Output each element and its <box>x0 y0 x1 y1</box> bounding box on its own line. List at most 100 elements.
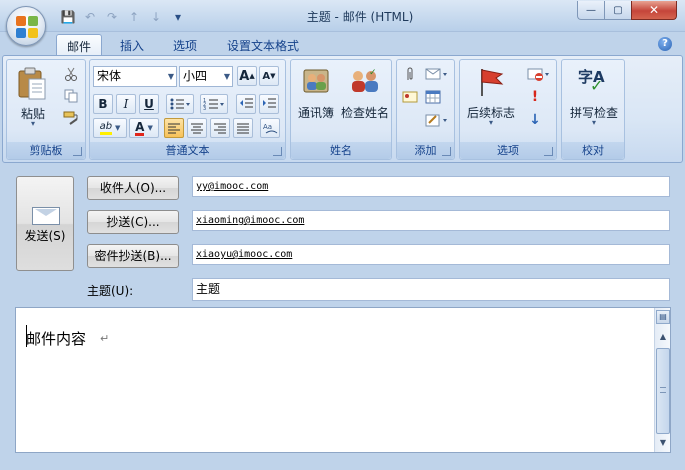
scrollbar-grip-icon <box>660 387 666 393</box>
font-name-dropdown-icon: ▼ <box>167 72 174 81</box>
calendar-icon[interactable] <box>423 87 443 107</box>
bcc-address: xiaoyu@imooc.com <box>196 249 293 260</box>
cc-address: xiaoming@imooc.com <box>196 215 305 226</box>
format-painter-icon[interactable] <box>61 108 81 128</box>
copy-icon[interactable] <box>61 86 81 106</box>
grow-font-button[interactable]: A ▲ <box>237 66 257 86</box>
justify-button[interactable] <box>233 118 253 138</box>
tab-options[interactable]: 选项 <box>163 34 207 56</box>
to-field[interactable]: yy@imooc.com <box>192 176 670 197</box>
check-names-label: 检查姓名 <box>340 106 389 120</box>
decrease-indent-button[interactable] <box>236 94 256 114</box>
spelling-button[interactable]: 字A ✓ 拼写检查 ▾ <box>565 64 623 127</box>
align-right-button[interactable] <box>210 118 230 138</box>
shrink-font-button[interactable]: A ▼ <box>259 66 279 86</box>
previous-item-icon[interactable]: ↑ <box>124 8 144 26</box>
font-size-value: 小四 <box>183 69 208 83</box>
svg-text:✓: ✓ <box>369 68 377 78</box>
basic-text-launcher-icon[interactable] <box>273 147 282 156</box>
font-size-combo[interactable]: 小四 ▼ <box>179 66 233 87</box>
align-left-button[interactable] <box>164 118 184 138</box>
follow-up-flag-icon <box>481 69 504 96</box>
help-icon[interactable]: ? <box>658 37 672 51</box>
send-label: 发送(S) <box>24 229 66 243</box>
save-icon[interactable]: 💾 <box>58 8 78 26</box>
svg-text:3: 3 <box>203 106 206 111</box>
paste-button[interactable]: 粘贴 ▾ <box>13 65 53 129</box>
follow-up-dropdown-icon: ▾ <box>488 118 493 127</box>
undo-icon[interactable]: ↶ <box>80 8 100 26</box>
underline-button[interactable]: U <box>139 94 159 114</box>
options-group-label: 选项 <box>460 142 556 159</box>
to-address: yy@imooc.com <box>196 181 269 192</box>
font-color-button[interactable]: A ▼ <box>129 118 159 138</box>
spelling-dropdown-icon: ▾ <box>591 118 596 127</box>
scroll-down-icon[interactable]: ▼ <box>656 436 670 450</box>
font-name-value: 宋体 <box>97 69 122 83</box>
quick-access-toolbar: 💾 ↶ ↷ ↑ ↓ ▾ <box>58 8 188 26</box>
bullets-icon <box>170 98 190 110</box>
bullets-button[interactable] <box>166 94 194 114</box>
close-button[interactable]: ✕ <box>631 1 677 20</box>
tab-format-text[interactable]: 设置文本格式 <box>217 34 309 56</box>
italic-button[interactable]: I <box>116 94 136 114</box>
font-color-label: A <box>135 119 145 136</box>
minimize-button[interactable]: — <box>577 1 604 20</box>
attach-file-icon[interactable] <box>400 64 420 84</box>
scrollbar-thumb[interactable] <box>656 348 670 434</box>
message-body[interactable]: 邮件内容 ↵ ▤ ▲ ▼ <box>15 307 671 453</box>
shrink-font-label: A <box>262 70 271 82</box>
clipboard-launcher-icon[interactable] <box>73 147 82 156</box>
cut-icon[interactable] <box>61 64 81 84</box>
maximize-button[interactable]: ▢ <box>604 1 631 20</box>
increase-indent-icon <box>263 98 276 108</box>
vertical-scrollbar[interactable]: ▤ ▲ ▼ <box>654 308 670 452</box>
permission-icon[interactable] <box>525 64 553 84</box>
ruler-toggle-icon[interactable]: ▤ <box>656 310 670 324</box>
bcc-button[interactable]: 密件抄送(B)... <box>87 244 179 268</box>
scroll-up-icon[interactable]: ▲ <box>656 330 670 344</box>
subject-field[interactable]: 主题 <box>192 278 670 301</box>
send-button[interactable]: 发送(S) <box>16 176 74 271</box>
highlight-button[interactable]: ab ▼ <box>93 118 127 138</box>
options-launcher-icon[interactable] <box>544 147 553 156</box>
tab-insert[interactable]: 插入 <box>110 34 154 56</box>
align-center-button[interactable] <box>187 118 207 138</box>
low-importance-icon[interactable]: ↓ <box>525 110 545 130</box>
options-group: 后续标志 ▾ ! ↓ 选项 <box>459 59 557 160</box>
styles-button[interactable]: Aa <box>260 118 280 138</box>
customize-qat-icon[interactable]: ▾ <box>168 8 188 26</box>
signature-icon[interactable] <box>423 110 451 130</box>
to-button[interactable]: 收件人(O)... <box>87 176 179 200</box>
basic-text-group-label: 普通文本 <box>90 142 285 159</box>
grow-arrow-icon: ▲ <box>249 72 255 80</box>
window-controls: — ▢ ✕ <box>577 1 677 20</box>
redo-icon[interactable]: ↷ <box>102 8 122 26</box>
include-launcher-icon[interactable] <box>442 147 451 156</box>
high-importance-icon[interactable]: ! <box>525 87 545 107</box>
office-button[interactable] <box>6 6 46 46</box>
ribbon: 粘贴 ▾ 剪贴板 宋体 ▼ 小四 ▼ A ▲ A ▼ B I U 1 2 3 a… <box>2 55 683 163</box>
check-mark-icon: ✓ <box>590 76 604 95</box>
proofing-group: 字A ✓ 拼写检查 ▾ 校对 <box>561 59 625 160</box>
basic-text-group: 宋体 ▼ 小四 ▼ A ▲ A ▼ B I U 123 ab ▼ A ▼ Aa … <box>89 59 286 160</box>
bold-button[interactable]: B <box>93 94 113 114</box>
bcc-field[interactable]: xiaoyu@imooc.com <box>192 244 670 265</box>
clipboard-group: 粘贴 ▾ 剪贴板 <box>6 59 86 160</box>
next-item-icon[interactable]: ↓ <box>146 8 166 26</box>
increase-indent-button[interactable] <box>259 94 279 114</box>
numbering-button[interactable]: 123 <box>200 94 228 114</box>
check-names-button[interactable]: ✓ 检查姓名 <box>339 64 391 122</box>
tab-message[interactable]: 邮件 <box>56 34 103 56</box>
font-color-dropdown-icon: ▼ <box>147 124 153 132</box>
follow-up-button[interactable]: 后续标志 ▾ <box>463 64 519 127</box>
address-book-button[interactable]: 通讯簿 <box>295 64 337 122</box>
attach-item-icon[interactable] <box>423 64 451 84</box>
svg-text:Aa: Aa <box>263 123 272 131</box>
cc-field[interactable]: xiaoming@imooc.com <box>192 210 670 231</box>
cc-button[interactable]: 抄送(C)... <box>87 210 179 234</box>
address-book-label: 通讯簿 <box>297 106 334 120</box>
font-name-combo[interactable]: 宋体 ▼ <box>93 66 177 87</box>
highlight-dropdown-icon: ▼ <box>115 124 121 132</box>
business-card-icon[interactable] <box>400 87 420 107</box>
